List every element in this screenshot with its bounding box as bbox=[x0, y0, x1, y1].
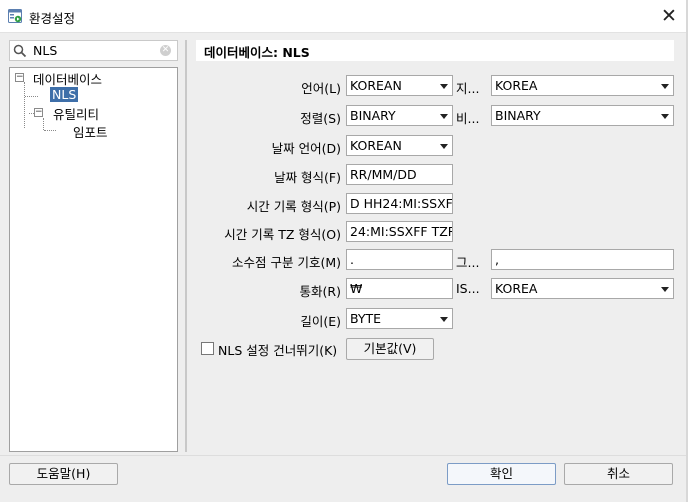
tree-item-import[interactable]: 임포트 bbox=[73, 122, 108, 141]
currency-value: ₩ bbox=[350, 281, 363, 296]
currency-label: 통화(R) bbox=[299, 284, 341, 299]
comparison-value: BINARY bbox=[495, 108, 541, 123]
date-format-value: RR/MM/DD bbox=[350, 167, 417, 182]
sort-select[interactable]: BINARY bbox=[346, 105, 453, 126]
preferences-tree: − 데이터베이스 NLS − 유틸리티 임포트 bbox=[9, 67, 178, 452]
iso-currency-select[interactable]: KOREA bbox=[491, 278, 674, 299]
chevron-down-icon bbox=[661, 114, 669, 119]
length-label: 길이(E) bbox=[300, 314, 341, 329]
decimal-separator-field[interactable]: . bbox=[346, 249, 453, 270]
tree-item-utilities[interactable]: 유틸리티 bbox=[53, 104, 99, 123]
chevron-down-icon bbox=[440, 114, 448, 119]
timestamp-format-field[interactable]: D HH24:MI:SSXFF bbox=[346, 193, 453, 214]
search-input[interactable]: NLS ✕ bbox=[9, 40, 178, 61]
help-button[interactable]: 도움말(H) bbox=[9, 463, 118, 485]
date-language-select[interactable]: KOREAN bbox=[346, 135, 453, 156]
territory-select[interactable]: KOREA bbox=[491, 75, 674, 96]
footer-divider bbox=[0, 455, 686, 456]
app-icon bbox=[8, 9, 22, 23]
expander-utilities[interactable]: − bbox=[34, 108, 43, 117]
length-value: BYTE bbox=[350, 311, 382, 326]
timestamp-tz-format-value: 24:MI:SSXFF TZR bbox=[350, 224, 453, 239]
language-label: 언어(L) bbox=[301, 81, 341, 96]
search-value: NLS bbox=[33, 43, 58, 58]
territory-label: 지... bbox=[456, 81, 480, 96]
chevron-down-icon bbox=[661, 84, 669, 89]
expander-database[interactable]: − bbox=[15, 73, 24, 82]
panel-header: 데이터베이스: NLS bbox=[196, 40, 674, 61]
timestamp-format-label: 시간 기록 형식(P) bbox=[246, 199, 341, 214]
chevron-down-icon bbox=[440, 317, 448, 322]
territory-value: KOREA bbox=[495, 78, 538, 93]
pane-splitter[interactable] bbox=[185, 40, 187, 452]
skip-nls-checkbox[interactable] bbox=[201, 342, 214, 355]
close-button[interactable]: ✕ bbox=[652, 0, 686, 32]
ok-button[interactable]: 확인 bbox=[447, 463, 556, 485]
window-title: 환경설정 bbox=[29, 11, 76, 26]
page-title: 데이터베이스: NLS bbox=[204, 45, 310, 60]
chevron-down-icon bbox=[440, 144, 448, 149]
date-format-label: 날짜 형식(F) bbox=[274, 170, 341, 185]
iso-currency-label: IS... bbox=[456, 281, 480, 296]
sort-value: BINARY bbox=[350, 108, 396, 123]
chevron-down-icon bbox=[661, 287, 669, 292]
comparison-label: 비... bbox=[456, 111, 480, 126]
group-separator-field[interactable]: , bbox=[491, 249, 674, 270]
currency-field[interactable]: ₩ bbox=[346, 278, 453, 299]
defaults-button[interactable]: 기본값(V) bbox=[346, 338, 434, 360]
decimal-separator-label: 소수점 구분 기호(M) bbox=[232, 255, 341, 270]
comparison-select[interactable]: BINARY bbox=[491, 105, 674, 126]
language-select[interactable]: KOREAN bbox=[346, 75, 453, 96]
language-value: KOREAN bbox=[350, 78, 402, 93]
sort-label: 정렬(S) bbox=[300, 111, 341, 126]
tree-item-database[interactable]: 데이터베이스 bbox=[33, 69, 102, 88]
decimal-separator-value: . bbox=[350, 252, 354, 267]
tree-connector bbox=[43, 118, 44, 130]
date-language-label: 날짜 언어(D) bbox=[271, 141, 341, 156]
title-bar: 환경설정 ✕ bbox=[0, 0, 688, 33]
date-format-field[interactable]: RR/MM/DD bbox=[346, 164, 453, 185]
group-separator-value: , bbox=[495, 252, 499, 267]
skip-nls-label: NLS 설정 건너뛰기(K) bbox=[218, 343, 338, 358]
cancel-button[interactable]: 취소 bbox=[564, 463, 673, 485]
length-select[interactable]: BYTE bbox=[346, 308, 453, 329]
close-icon: ✕ bbox=[661, 5, 677, 27]
timestamp-tz-format-label: 시간 기록 TZ 형식(O) bbox=[224, 227, 341, 242]
clear-search-icon[interactable]: ✕ bbox=[160, 45, 171, 56]
tree-connector bbox=[25, 96, 38, 97]
timestamp-format-value: D HH24:MI:SSXFF bbox=[350, 196, 453, 211]
chevron-down-icon bbox=[440, 84, 448, 89]
iso-currency-value: KOREA bbox=[495, 281, 538, 296]
tree-connector bbox=[24, 82, 25, 128]
timestamp-tz-format-field[interactable]: 24:MI:SSXFF TZR bbox=[346, 221, 453, 242]
group-separator-label: 그... bbox=[456, 255, 480, 270]
search-icon bbox=[13, 44, 27, 58]
date-language-value: KOREAN bbox=[350, 138, 402, 153]
tree-connector bbox=[44, 130, 56, 131]
tree-item-nls[interactable]: NLS bbox=[50, 87, 79, 102]
